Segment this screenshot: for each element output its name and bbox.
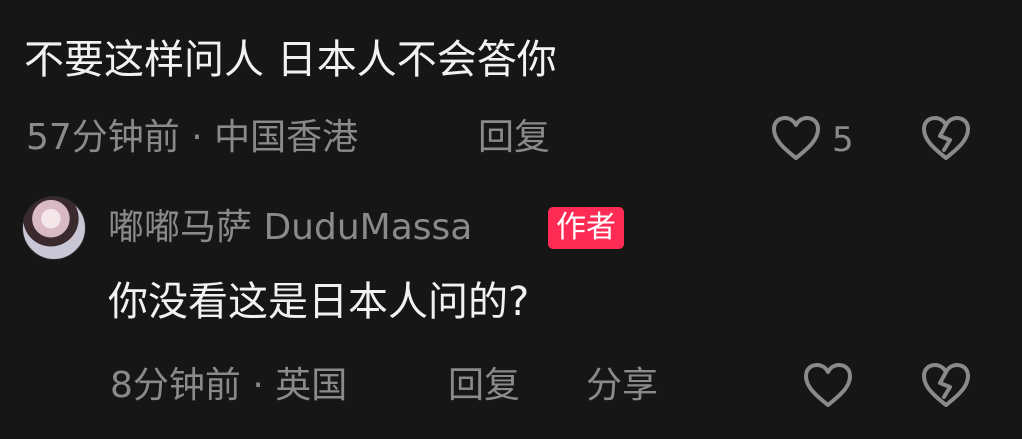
share-button[interactable]: 分享 <box>586 368 658 404</box>
reply-button[interactable]: 回复 <box>448 368 520 404</box>
username[interactable]: 嘟嘟马萨 DuduMassa <box>108 210 472 246</box>
comment-meta: 57分钟前 · 中国香港 <box>26 117 359 158</box>
like-count: 5 <box>832 120 854 160</box>
author-badge: 作者 <box>548 207 624 249</box>
broken-heart-icon[interactable] <box>920 114 972 162</box>
avatar[interactable] <box>22 196 86 260</box>
reply-button[interactable]: 回复 <box>478 120 550 156</box>
reply-text: 你没看这是日本人问的? <box>108 279 530 325</box>
broken-heart-icon[interactable] <box>920 361 972 409</box>
heart-outline-icon[interactable] <box>802 361 854 409</box>
comment-text: 不要这样问人 日本人不会答你 <box>24 37 557 83</box>
heart-outline-icon[interactable] <box>770 114 822 162</box>
reply-meta: 8分钟前 · 英国 <box>110 365 348 406</box>
